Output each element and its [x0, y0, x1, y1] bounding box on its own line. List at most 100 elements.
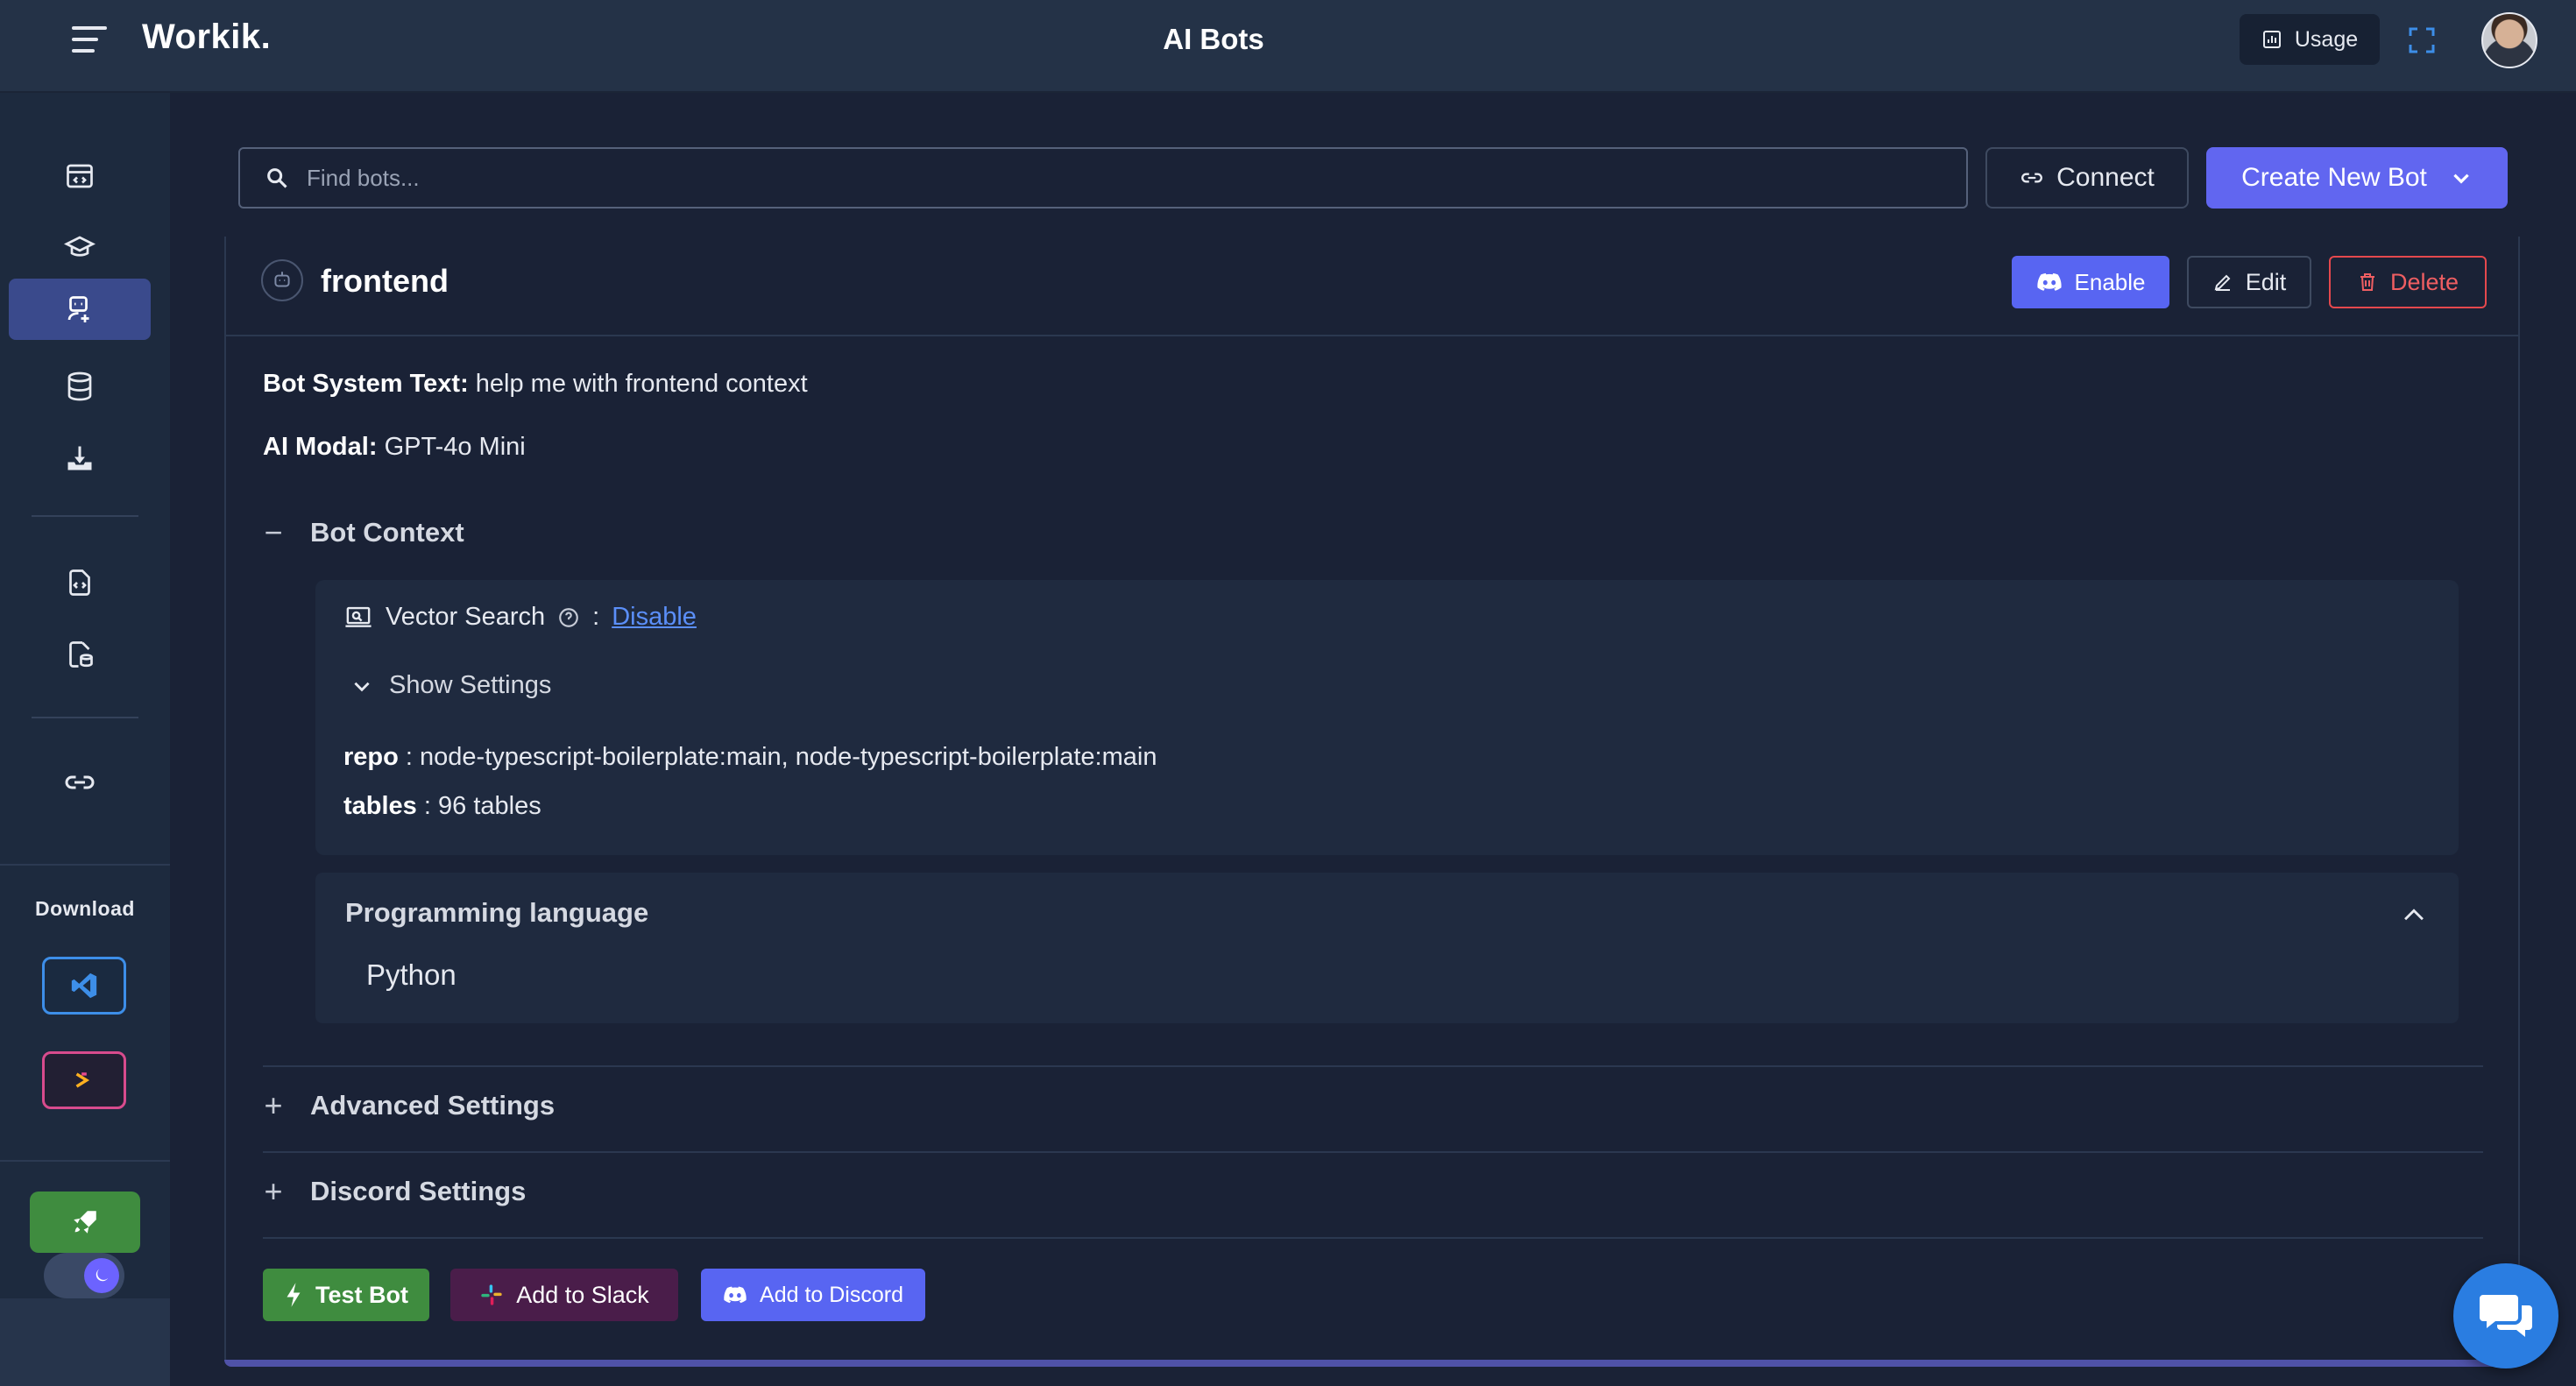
usage-label: Usage: [2294, 26, 2359, 52]
bot-card: frontend Enable Edit Delete Bot System T…: [224, 237, 2520, 1367]
connect-button[interactable]: Connect: [1985, 147, 2189, 209]
sidebar-divider: [0, 1160, 170, 1162]
advanced-settings-toggle[interactable]: + Advanced Settings: [263, 1090, 555, 1121]
chart-icon: [2262, 31, 2281, 48]
plugin-icon: [75, 1072, 90, 1088]
download-tray-icon: [67, 446, 92, 470]
delete-label: Delete: [2389, 268, 2459, 295]
search-input[interactable]: [307, 164, 1884, 192]
bot-name: frontend: [321, 263, 449, 299]
system-text-key: Bot System Text:: [263, 370, 469, 398]
vscode-download-button[interactable]: [42, 957, 126, 1015]
pencil-icon: [2214, 274, 2231, 291]
sidebar-item-ai-bots[interactable]: [9, 279, 151, 340]
sidebar: Download: [0, 93, 170, 1386]
section-divider: [263, 1237, 2483, 1239]
user-avatar[interactable]: [2481, 12, 2537, 68]
search-bar[interactable]: [238, 147, 1968, 209]
sidebar-footer: [0, 1298, 170, 1386]
theme-toggle[interactable]: [44, 1253, 124, 1298]
link-icon: [65, 775, 95, 789]
advanced-settings-label: Advanced Settings: [310, 1090, 556, 1121]
vector-search-label: Vector Search: [386, 603, 546, 631]
jetbrains-download-button[interactable]: [42, 1051, 126, 1109]
model-value: GPT-4o Mini: [384, 433, 526, 461]
chevron-up-icon[interactable]: [2399, 901, 2429, 930]
chevron-down-icon: [2453, 173, 2469, 184]
tables-key: tables: [343, 792, 417, 820]
show-settings-toggle[interactable]: Show Settings: [350, 671, 551, 700]
programming-language-value: Python: [366, 958, 456, 991]
sidebar-divider: [0, 864, 170, 866]
trash-icon: [2360, 273, 2374, 291]
menu-icon[interactable]: [72, 26, 107, 56]
download-label: Download: [35, 897, 135, 920]
bot-ai-model: AI Modal: GPT-4o Mini: [263, 433, 526, 462]
bot-card-header: frontend Enable Edit Delete: [226, 237, 2518, 336]
help-icon[interactable]: [557, 606, 580, 629]
card-bottom-accent: [224, 1360, 2520, 1367]
test-bot-label: Test Bot: [315, 1281, 408, 1308]
create-label: Create New Bot: [2241, 163, 2427, 192]
fullscreen-icon[interactable]: [2408, 26, 2436, 54]
section-divider: [263, 1151, 2483, 1153]
enable-label: Enable: [2074, 268, 2146, 295]
connect-label: Connect: [2056, 163, 2155, 192]
brand-logo[interactable]: Workik.: [142, 18, 271, 57]
discord-icon: [2036, 272, 2062, 291]
system-text-value: help me with frontend context: [475, 370, 808, 398]
add-to-slack-button[interactable]: Add to Slack: [450, 1269, 678, 1321]
discord-settings-label: Discord Settings: [310, 1176, 527, 1206]
disable-vector-search-link[interactable]: Disable: [612, 603, 697, 632]
chat-icon: [2480, 1295, 2532, 1337]
vector-search-panel: Vector Search : Disable Show Settings re…: [315, 580, 2459, 855]
model-key: AI Modal:: [263, 433, 378, 461]
programming-language-title: Programming language: [345, 897, 649, 928]
sidebar-item-workspace[interactable]: [9, 145, 151, 207]
slack-icon: [481, 1284, 502, 1305]
code-file-icon: [69, 569, 90, 596]
repo-key: repo: [343, 743, 399, 771]
expand-icon: +: [264, 1087, 283, 1123]
sidebar-item-download[interactable]: [9, 428, 151, 489]
moon-icon: [84, 1258, 119, 1293]
sidebar-divider: [32, 717, 138, 718]
show-settings-label: Show Settings: [389, 671, 552, 699]
test-bot-button[interactable]: Test Bot: [263, 1269, 429, 1321]
discord-icon: [724, 1286, 747, 1304]
vector-search-row: Vector Search : Disable: [343, 603, 697, 632]
vscode-icon: [71, 972, 97, 999]
graduation-cap-icon: [64, 236, 96, 257]
enable-button[interactable]: Enable: [2012, 256, 2169, 308]
top-header: Workik. AI Bots Usage: [0, 0, 2576, 93]
bot-context-toggle[interactable]: − Bot Context: [263, 517, 464, 548]
laptop-search-icon: [345, 606, 372, 627]
database-file-icon: [69, 641, 93, 668]
add-to-discord-button[interactable]: Add to Discord: [701, 1269, 925, 1321]
bot-icon: [67, 296, 89, 322]
upgrade-button[interactable]: [30, 1192, 140, 1253]
sidebar-item-integrations[interactable]: [9, 752, 151, 813]
chat-widget-button[interactable]: [2453, 1263, 2558, 1368]
add-to-slack-label: Add to Slack: [516, 1281, 649, 1308]
sidebar-item-learn[interactable]: [9, 217, 151, 279]
bot-context-label: Bot Context: [310, 517, 464, 548]
page-title: AI Bots: [1163, 23, 1264, 55]
delete-button[interactable]: Delete: [2329, 256, 2487, 308]
chevron-down-icon: [354, 682, 370, 691]
bot-avatar-icon: [261, 259, 303, 301]
vector-search-separator: :: [592, 603, 600, 631]
edit-label: Edit: [2245, 268, 2287, 295]
usage-button[interactable]: Usage: [2240, 14, 2380, 65]
search-icon: [267, 168, 287, 188]
collapse-icon: −: [264, 514, 283, 550]
sidebar-item-db-file[interactable]: [9, 624, 151, 685]
programming-language-panel: Programming language Python: [315, 873, 2459, 1023]
create-new-bot-button[interactable]: Create New Bot: [2206, 147, 2508, 209]
discord-settings-toggle[interactable]: + Discord Settings: [263, 1176, 526, 1207]
edit-button[interactable]: Edit: [2187, 256, 2311, 308]
expand-icon: +: [264, 1173, 283, 1209]
bot-system-text: Bot System Text: help me with frontend c…: [263, 370, 808, 399]
sidebar-item-code-file[interactable]: [9, 552, 151, 613]
sidebar-item-database[interactable]: [9, 356, 151, 417]
